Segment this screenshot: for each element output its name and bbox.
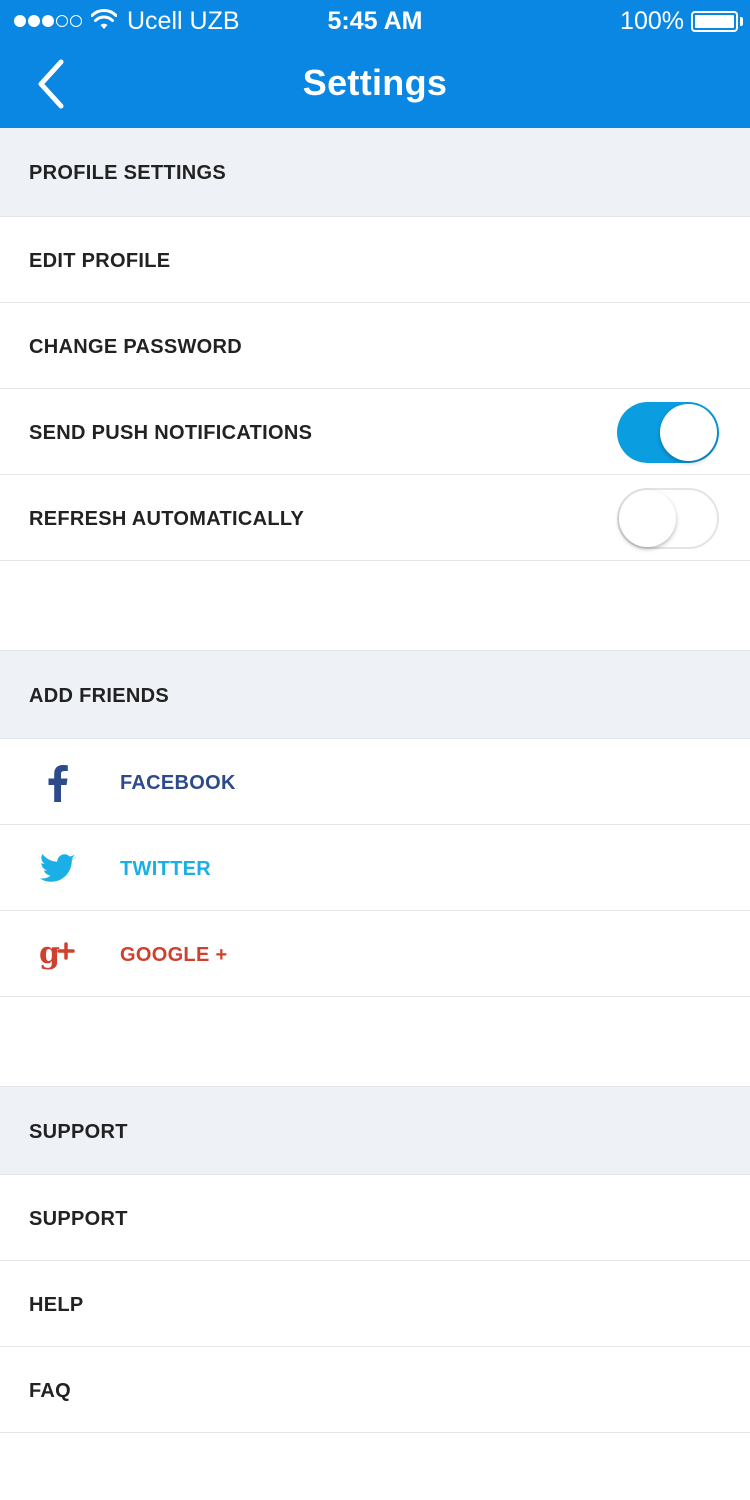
row-label: SUPPORT	[29, 1208, 128, 1230]
facebook-icon	[36, 761, 80, 805]
row-label: CHANGE PASSWORD	[29, 336, 243, 358]
row-label: SEND PUSH NOTIFICATIONS	[29, 422, 313, 444]
section-title: PROFILE SETTINGS	[29, 162, 227, 184]
row-label: FAQ	[29, 1380, 72, 1402]
google-plus-label: GOOGLE +	[120, 944, 228, 966]
refresh-automatically-row: REFRESH AUTOMATICALLY	[0, 475, 750, 561]
twitter-icon	[36, 847, 80, 891]
section-header-add-friends: ADD FRIENDS	[0, 650, 750, 739]
row-label: REFRESH AUTOMATICALLY	[29, 508, 305, 530]
section-title: SUPPORT	[29, 1121, 128, 1143]
change-password-row[interactable]: CHANGE PASSWORD	[0, 303, 750, 389]
refresh-automatically-toggle[interactable]	[617, 488, 719, 549]
facebook-row[interactable]: FACEBOOK	[0, 739, 750, 825]
battery-icon	[691, 11, 738, 32]
section-header-support: SUPPORT	[0, 1086, 750, 1175]
battery-percentage: 100%	[620, 7, 684, 35]
help-row[interactable]: HELP	[0, 1261, 750, 1347]
toggle-knob	[619, 490, 676, 547]
facebook-label: FACEBOOK	[120, 772, 236, 794]
battery-cap	[740, 17, 743, 26]
app-header: Ucell UZB 5:45 AM 100% Settings	[0, 0, 750, 128]
section-title: ADD FRIENDS	[29, 685, 169, 707]
row-label: EDIT PROFILE	[29, 250, 171, 272]
push-notifications-row: SEND PUSH NOTIFICATIONS	[0, 389, 750, 475]
status-bar: Ucell UZB 5:45 AM 100%	[0, 0, 750, 44]
faq-row[interactable]: FAQ	[0, 1347, 750, 1433]
svg-text:g: g	[39, 936, 60, 971]
twitter-row[interactable]: TWITTER	[0, 825, 750, 911]
row-label: HELP	[29, 1294, 84, 1316]
section-header-profile-settings: PROFILE SETTINGS	[0, 128, 750, 217]
google-plus-icon: g	[36, 933, 80, 977]
page-title: Settings	[302, 62, 448, 103]
edit-profile-row[interactable]: EDIT PROFILE	[0, 217, 750, 303]
push-notifications-toggle[interactable]	[617, 402, 719, 463]
support-row[interactable]: SUPPORT	[0, 1175, 750, 1261]
google-plus-row[interactable]: g GOOGLE +	[0, 911, 750, 997]
toggle-knob	[660, 404, 717, 461]
twitter-label: TWITTER	[120, 858, 211, 880]
